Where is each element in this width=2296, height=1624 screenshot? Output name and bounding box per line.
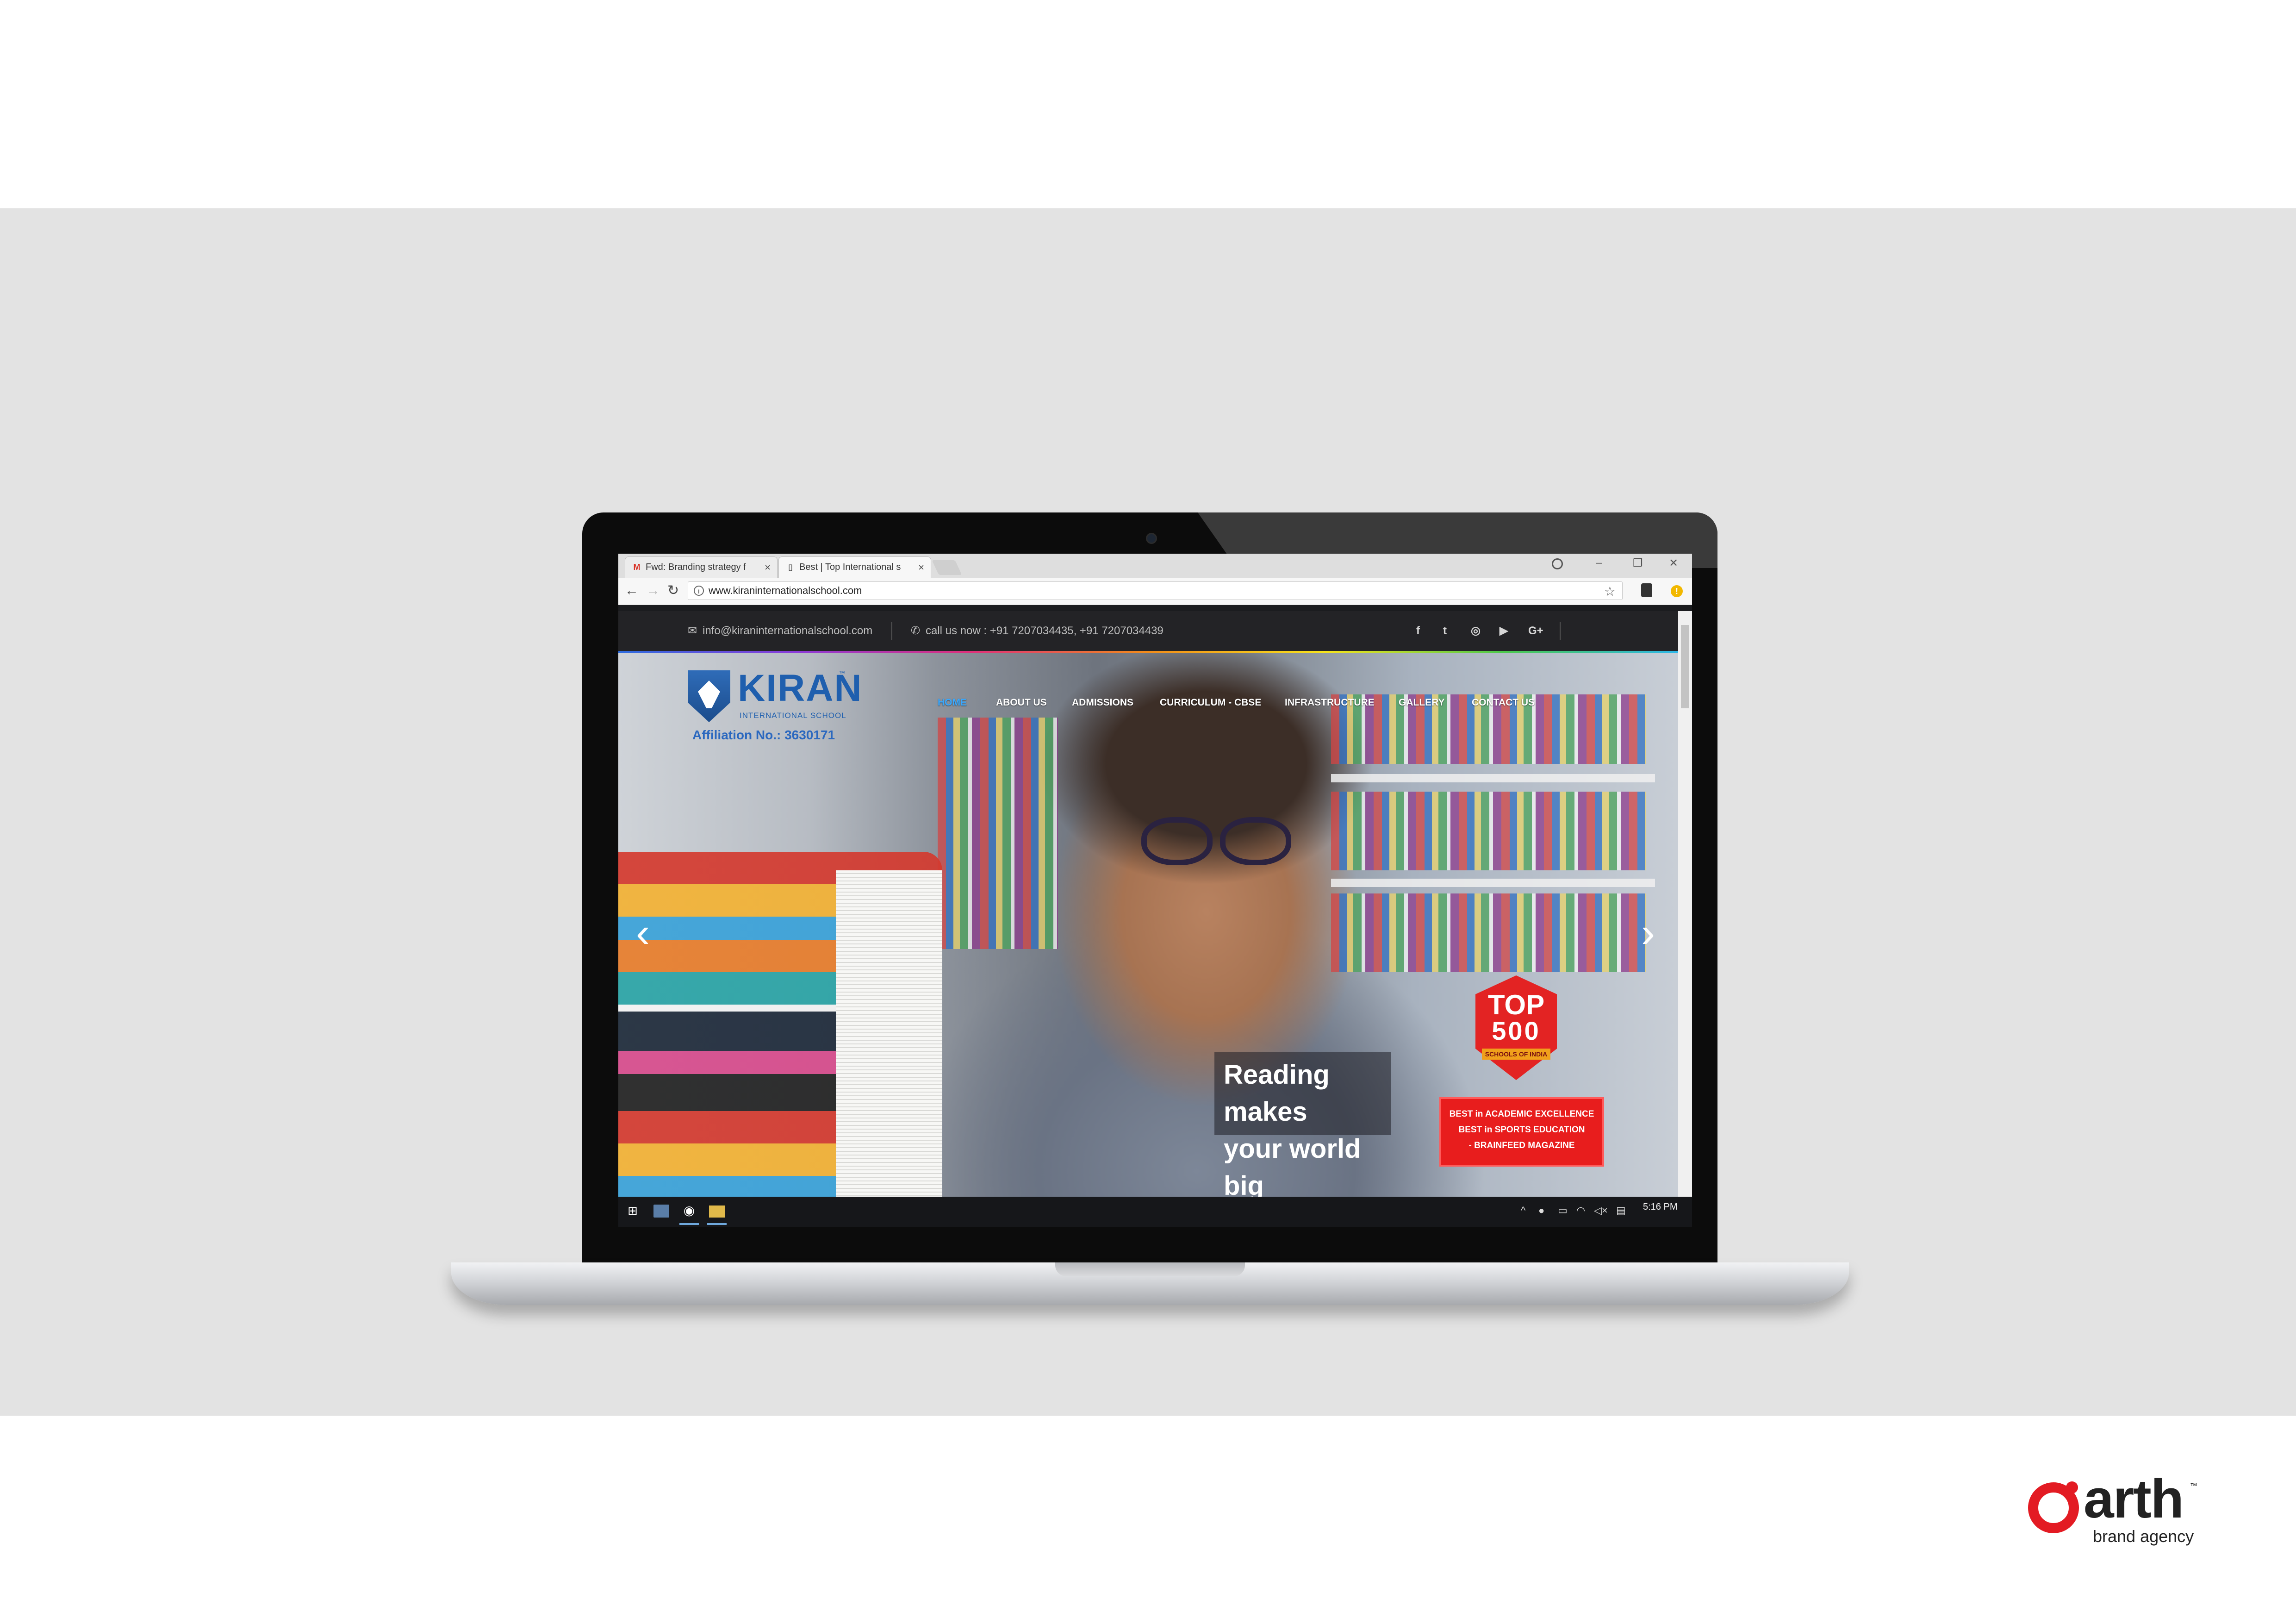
- award-box: BEST in ACADEMIC EXCELLENCE BEST in SPOR…: [1439, 1097, 1604, 1167]
- badge-top: TOP: [1487, 989, 1545, 1020]
- nav-contact-us[interactable]: CONTACT US: [1472, 697, 1535, 708]
- slider-next-arrow-icon[interactable]: ›: [1641, 912, 1655, 954]
- chrome-icon[interactable]: ◉: [681, 1203, 697, 1218]
- divider: [1560, 622, 1561, 640]
- facebook-icon[interactable]: f: [1416, 611, 1420, 651]
- folder-icon[interactable]: [709, 1206, 725, 1218]
- url-text: www.kiraninternationalschool.com: [709, 585, 862, 596]
- extension-icon[interactable]: [1641, 583, 1652, 597]
- laptop-lid-notch: [1055, 1262, 1245, 1276]
- award-line: - BRAINFEED MAGAZINE: [1468, 1141, 1575, 1150]
- bookmark-star-icon[interactable]: ☆: [1604, 584, 1616, 599]
- nav-home[interactable]: HOME: [938, 697, 967, 708]
- volume-muted-icon[interactable]: ◁×: [1594, 1205, 1608, 1217]
- school-logo[interactable]: KIRAN ™ INTERNATIONAL SCHOOL: [688, 667, 862, 759]
- caption-text: Reading makes your world big: [1224, 1060, 1361, 1197]
- arth-brand-logo: arth ™ brand agency: [2028, 1468, 2204, 1547]
- mail-icon: ✉: [688, 625, 697, 637]
- nav-admissions[interactable]: ADMISSIONS: [1072, 697, 1133, 708]
- twitter-icon[interactable]: t: [1443, 611, 1447, 651]
- site-topbar: ✉ info@kiraninternationalschool.com ✆ ca…: [618, 611, 1678, 651]
- bookshelf-books: [1331, 893, 1646, 972]
- phone-icon: ✆: [911, 625, 921, 637]
- battery-icon[interactable]: ▭: [1558, 1205, 1568, 1217]
- new-tab-button[interactable]: [932, 560, 962, 575]
- brand-tagline: brand agency: [2093, 1527, 2194, 1546]
- nav-about-us[interactable]: ABOUT US: [996, 697, 1047, 708]
- book-pages: [836, 870, 942, 1197]
- nav-gallery[interactable]: GALLERY: [1399, 697, 1445, 708]
- tray-chevron-icon[interactable]: ^: [1521, 1205, 1525, 1217]
- back-arrow-icon[interactable]: ←: [625, 582, 639, 599]
- brand-trademark: ™: [2190, 1482, 2197, 1490]
- badge-number: 500: [1492, 1016, 1541, 1045]
- bookshelf-books: [1331, 792, 1646, 870]
- gmail-icon: M: [633, 562, 641, 572]
- award-line: BEST in ACADEMIC EXCELLENCE: [1449, 1109, 1594, 1119]
- slide-caption: Reading makes your world big: [1214, 1052, 1391, 1197]
- google-plus-icon[interactable]: G+: [1528, 611, 1543, 651]
- forward-arrow-icon[interactable]: →: [646, 582, 660, 599]
- minimize-icon[interactable]: –: [1596, 556, 1602, 569]
- glasses-lens: [1141, 817, 1213, 865]
- browser-tab-bar: M Fwd: Branding strategy f × ▯ Best | To…: [618, 554, 1692, 578]
- file-explorer-icon[interactable]: [653, 1205, 669, 1218]
- nav-curriculum[interactable]: CURRICULUM - CBSE: [1160, 697, 1261, 708]
- close-icon[interactable]: ×: [918, 562, 924, 574]
- logo-subtitle: INTERNATIONAL SCHOOL: [740, 711, 846, 720]
- active-app-indicator: [707, 1223, 727, 1225]
- trademark: ™: [839, 669, 845, 677]
- notification-icon[interactable]: !: [1671, 585, 1683, 597]
- brand-dot: [2066, 1481, 2078, 1493]
- reload-icon[interactable]: ↻: [667, 582, 679, 599]
- shelf-board: [1331, 879, 1655, 887]
- divider: [891, 622, 892, 640]
- brand-name: arth: [2084, 1468, 2184, 1530]
- browser-tab-kiran[interactable]: ▯ Best | Top International s ×: [778, 556, 931, 578]
- laptop-display: M Fwd: Branding strategy f × ▯ Best | To…: [618, 554, 1692, 1227]
- award-line: BEST in SPORTS EDUCATION: [1458, 1125, 1585, 1135]
- page-scrollbar[interactable]: [1678, 611, 1692, 1197]
- os-taskbar: ⊞ ◉ ^ ● ▭ ◠ ◁× ▤ 5:16 PM: [618, 1197, 1692, 1227]
- info-icon[interactable]: i: [694, 586, 704, 596]
- tab-title: Best | Top International s: [799, 562, 901, 572]
- contact-phone: call us now : +91 7207034435, +91 720703…: [926, 625, 1164, 637]
- action-center-icon[interactable]: ▤: [1616, 1205, 1626, 1217]
- youtube-icon[interactable]: ▶: [1500, 611, 1508, 651]
- profile-icon[interactable]: [1552, 558, 1563, 569]
- instagram-icon[interactable]: ◎: [1471, 611, 1481, 651]
- top-500-badge: TOP 500 SCHOOLS OF INDIA: [1475, 975, 1557, 1080]
- wifi-icon[interactable]: ◠: [1576, 1205, 1585, 1217]
- website: ✉ info@kiraninternationalschool.com ✆ ca…: [618, 611, 1678, 1197]
- address-bar[interactable]: i www.kiraninternationalschool.com ☆: [688, 581, 1623, 600]
- windows-start-icon[interactable]: ⊞: [625, 1203, 641, 1218]
- tab-title: Fwd: Branding strategy f: [646, 562, 746, 572]
- nav-infrastructure[interactable]: INFRASTRUCTURE: [1285, 697, 1375, 708]
- glasses-lens: [1220, 817, 1291, 865]
- badge-ribbon: SCHOOLS OF INDIA: [1482, 1049, 1550, 1060]
- window-close-icon[interactable]: ✕: [1669, 556, 1678, 570]
- affiliation-number: Affiliation No.: 3630171: [692, 728, 835, 742]
- laptop-base: [451, 1262, 1849, 1305]
- scrollbar-thumb[interactable]: [1681, 625, 1689, 708]
- shelf-board: [1331, 774, 1655, 782]
- shield-icon: [688, 670, 730, 722]
- contact-email[interactable]: info@kiraninternationalschool.com: [703, 611, 872, 651]
- slider-prev-arrow-icon[interactable]: ‹: [636, 912, 650, 954]
- active-app-indicator: [679, 1223, 699, 1225]
- bookshelf-books: [938, 718, 1058, 949]
- browser-toolbar: ← → ↻ i www.kiraninternationalschool.com…: [618, 578, 1692, 605]
- hero-slider: KIRAN ™ INTERNATIONAL SCHOOL Affiliation…: [618, 653, 1678, 1197]
- page-icon: ▯: [788, 562, 793, 572]
- browser-tab-gmail[interactable]: M Fwd: Branding strategy f ×: [625, 556, 778, 578]
- tray-app-icon[interactable]: ●: [1538, 1205, 1544, 1217]
- restore-icon[interactable]: ❐: [1633, 556, 1643, 570]
- webcam: [1146, 533, 1157, 544]
- close-icon[interactable]: ×: [765, 562, 771, 574]
- taskbar-clock[interactable]: 5:16 PM: [1643, 1202, 1677, 1212]
